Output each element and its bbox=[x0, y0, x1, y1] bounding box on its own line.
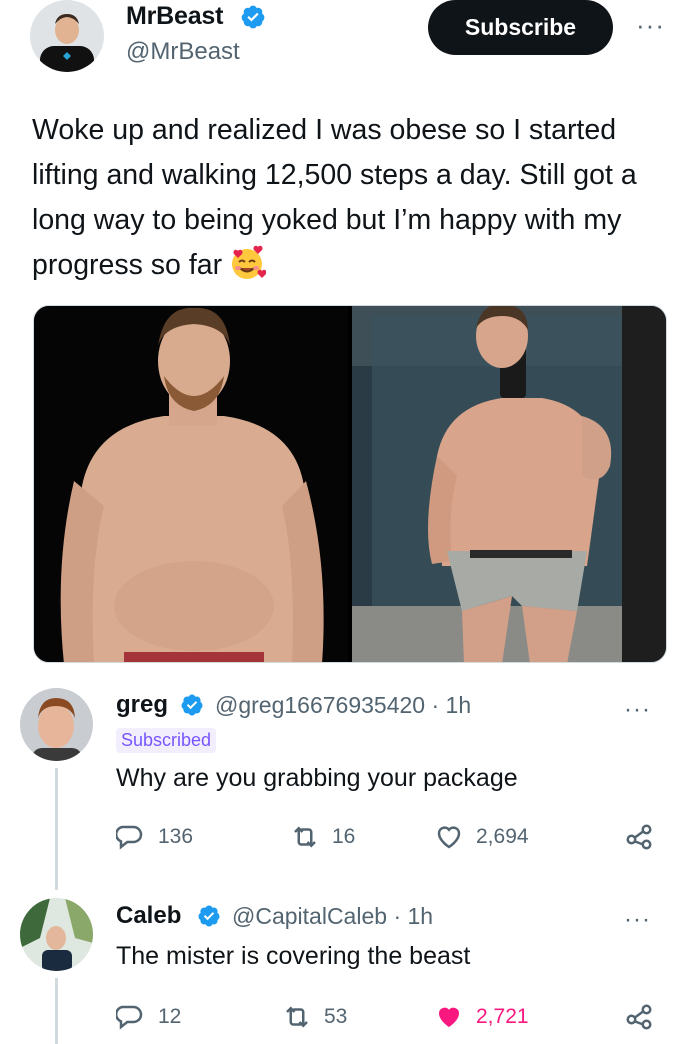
retweet-button[interactable]: 53 bbox=[282, 1002, 347, 1032]
reply-meta: @greg16676935420 · 1h bbox=[215, 692, 471, 719]
tweet-media[interactable] bbox=[33, 305, 667, 663]
more-options-icon[interactable]: ··· bbox=[636, 10, 665, 41]
subscribe-button[interactable]: Subscribe bbox=[428, 0, 613, 55]
retweet-count: 16 bbox=[332, 825, 356, 848]
reply-timestamp[interactable]: · 1h bbox=[431, 692, 471, 718]
verified-badge-icon bbox=[197, 904, 221, 928]
tweet-text: Woke up and realized I was obese so I st… bbox=[32, 108, 662, 288]
smiling-face-with-hearts-icon bbox=[228, 244, 267, 282]
verified-badge-icon bbox=[240, 4, 266, 30]
reply-author-handle[interactable]: @greg16676935420 bbox=[215, 692, 425, 718]
like-button[interactable]: 2,694 bbox=[434, 822, 529, 852]
reply-text: The mister is covering the beast bbox=[116, 942, 471, 970]
share-button[interactable] bbox=[624, 1002, 654, 1032]
thread-line bbox=[55, 768, 58, 890]
reply-author-name[interactable]: greg bbox=[116, 691, 168, 719]
reply-button[interactable]: 12 bbox=[116, 1002, 181, 1032]
reply-count: 12 bbox=[158, 1005, 182, 1028]
verified-badge-icon bbox=[180, 693, 204, 717]
author-handle[interactable]: @MrBeast bbox=[126, 38, 240, 66]
like-button[interactable]: 2,721 bbox=[434, 1002, 529, 1032]
reply-timestamp[interactable]: · 1h bbox=[393, 903, 433, 929]
reply-author-handle[interactable]: @CapitalCaleb bbox=[232, 903, 387, 929]
retweet-icon bbox=[294, 826, 316, 848]
after-photo[interactable] bbox=[352, 306, 666, 662]
reply-button[interactable]: 136 bbox=[116, 822, 193, 852]
thread-line bbox=[55, 978, 58, 1044]
greg-avatar[interactable] bbox=[20, 688, 93, 761]
mrbeast-avatar[interactable] bbox=[30, 0, 104, 72]
retweet-count: 53 bbox=[324, 1005, 348, 1028]
heart-icon bbox=[437, 826, 461, 849]
reply-text: Why are you grabbing your package bbox=[116, 764, 518, 792]
reply-meta: @CapitalCaleb · 1h bbox=[232, 903, 433, 930]
reply-icon bbox=[116, 825, 143, 850]
retweet-button[interactable]: 16 bbox=[290, 822, 355, 852]
reply-author-name[interactable]: Caleb bbox=[116, 902, 181, 930]
reply-icon bbox=[116, 1005, 143, 1030]
before-photo[interactable] bbox=[34, 306, 348, 662]
share-icon bbox=[626, 1004, 652, 1030]
more-options-icon[interactable]: ··· bbox=[624, 906, 651, 934]
share-button[interactable] bbox=[624, 822, 654, 852]
like-count: 2,694 bbox=[476, 825, 529, 848]
subscribed-badge: Subscribed bbox=[116, 728, 217, 753]
share-icon bbox=[626, 824, 652, 850]
caleb-avatar[interactable] bbox=[20, 898, 93, 971]
tweet-text-body: Woke up and realized I was obese so I st… bbox=[32, 114, 637, 281]
retweet-icon bbox=[286, 1006, 308, 1028]
author-name[interactable]: MrBeast bbox=[126, 2, 223, 31]
like-count: 2,721 bbox=[476, 1005, 529, 1028]
reply-count: 136 bbox=[158, 825, 194, 848]
more-options-icon[interactable]: ··· bbox=[624, 696, 651, 724]
heart-filled-icon bbox=[439, 1007, 459, 1027]
